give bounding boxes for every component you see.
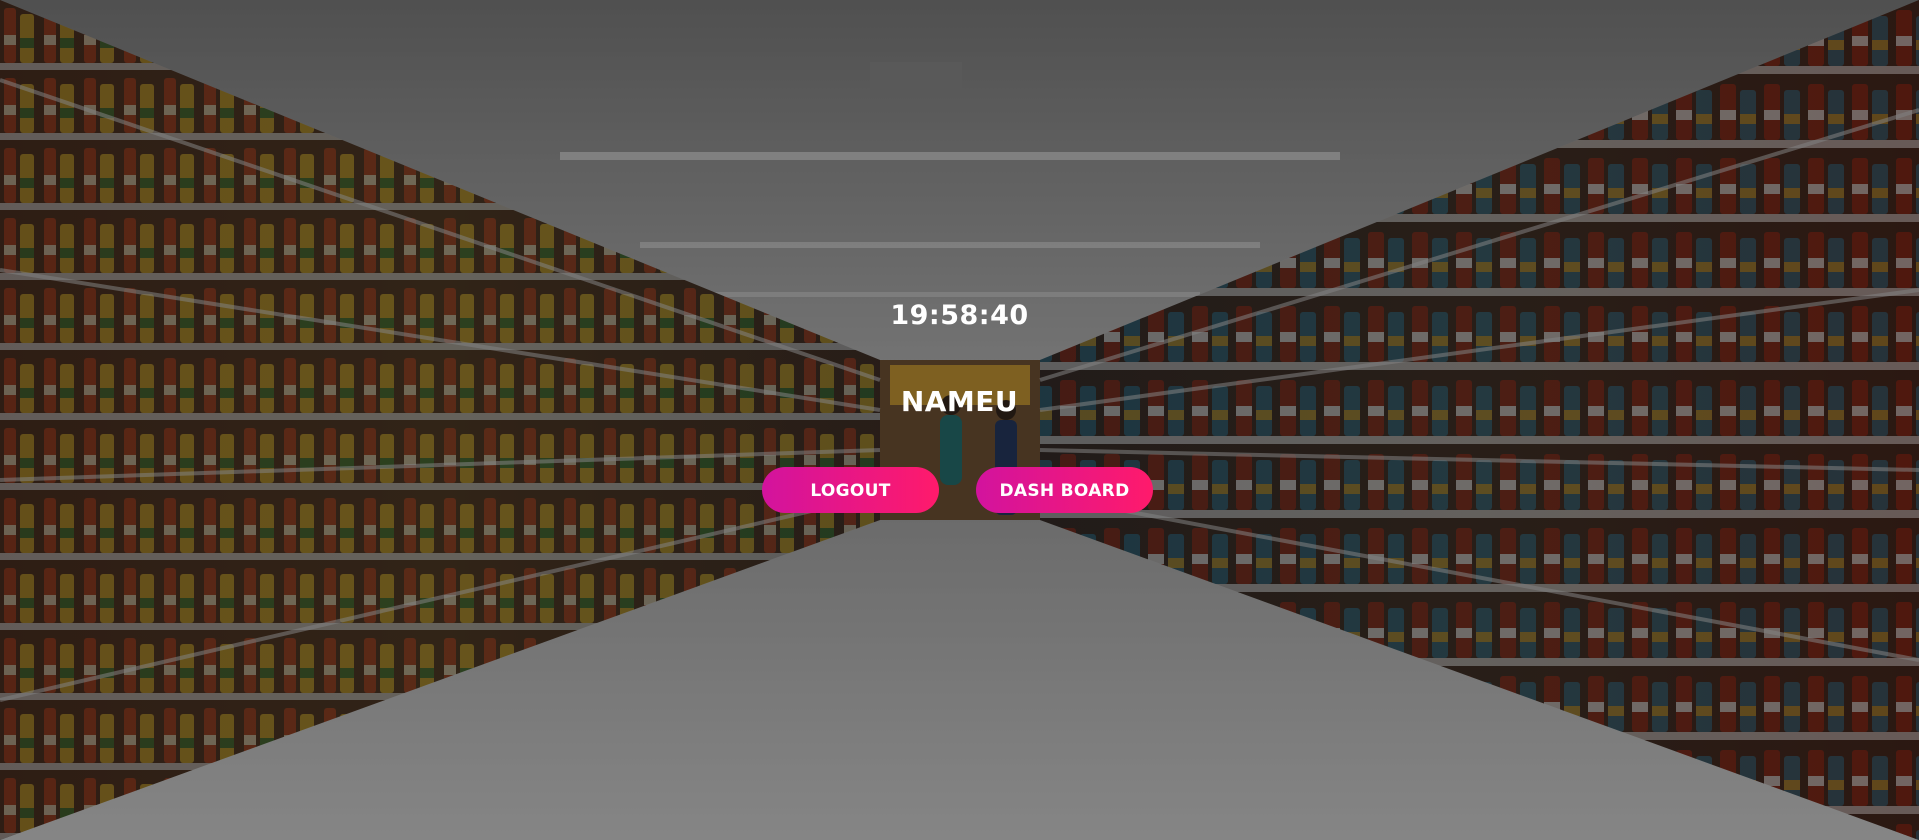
clock-time: 19:58:40: [890, 300, 1029, 331]
welcome-panel: 19:58:40 NAMEU LOGOUT DASH BOARD: [0, 0, 1919, 840]
user-name: NAMEU: [900, 385, 1019, 418]
login-landing-screen: 19:58:40 NAMEU LOGOUT DASH BOARD: [0, 0, 1919, 840]
logout-button[interactable]: LOGOUT: [762, 467, 939, 513]
dashboard-button[interactable]: DASH BOARD: [976, 467, 1153, 513]
